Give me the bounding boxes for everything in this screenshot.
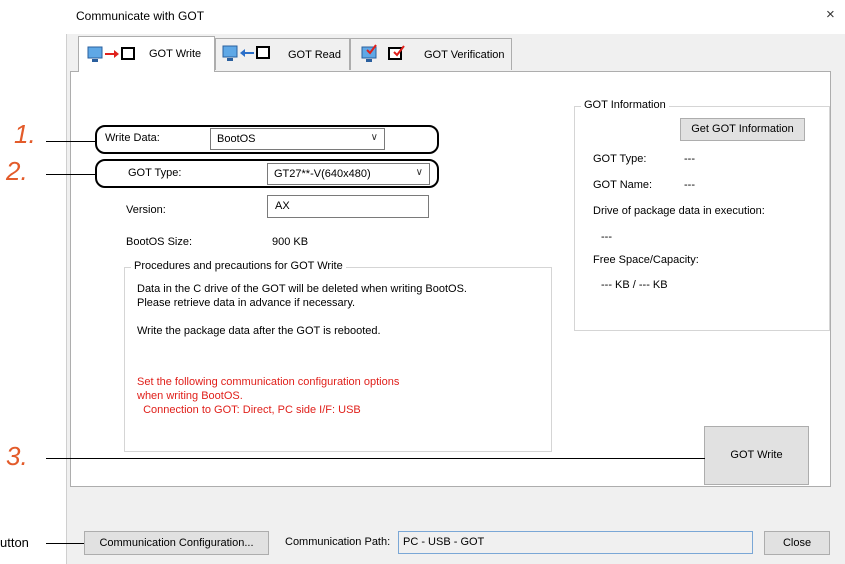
annotation-number-3: 3. bbox=[6, 441, 28, 471]
procedures-text-2: Please retrieve data in advance if neces… bbox=[137, 297, 356, 309]
tab-label: GOT Read bbox=[288, 49, 341, 61]
callout-box-got-type bbox=[95, 159, 439, 188]
tab-label: GOT Write bbox=[149, 48, 202, 60]
procedures-text-1: Data in the C drive of the GOT will be d… bbox=[137, 283, 467, 295]
drive-label: Drive of package data in execution: bbox=[593, 205, 765, 217]
version-label: Version: bbox=[126, 204, 166, 216]
annotation-leader-3 bbox=[46, 458, 705, 459]
procedures-text-3: Write the package data after the GOT is … bbox=[137, 325, 381, 337]
got-type-info-label: GOT Type: bbox=[593, 153, 647, 165]
got-write-button[interactable]: GOT Write bbox=[704, 426, 809, 485]
pc-to-got-icon bbox=[87, 46, 135, 62]
annotation-leader-2 bbox=[46, 174, 96, 175]
got-name-label: GOT Name: bbox=[593, 179, 653, 191]
annotation-leader-1 bbox=[46, 141, 96, 142]
bootos-size-label: BootOS Size: bbox=[126, 236, 193, 248]
drive-value: --- bbox=[601, 231, 612, 243]
tab-got-write[interactable]: GOT Write bbox=[78, 36, 215, 72]
annotation-number-1: 1. bbox=[14, 119, 36, 149]
annotation-text-button: utton bbox=[0, 535, 29, 550]
free-space-label: Free Space/Capacity: bbox=[593, 254, 699, 266]
communication-configuration-button[interactable]: Communication Configuration... bbox=[84, 531, 269, 555]
window-title: Communicate with GOT bbox=[76, 9, 205, 23]
communication-path-label: Communication Path: bbox=[285, 536, 391, 548]
annotation-number-2: 2. bbox=[6, 156, 28, 186]
got-information-legend: GOT Information bbox=[581, 99, 669, 111]
verification-icon bbox=[361, 44, 405, 62]
warning-text-2: when writing BootOS. bbox=[137, 390, 243, 402]
callout-box-write-data bbox=[95, 125, 439, 154]
close-window-icon[interactable]: × bbox=[826, 6, 835, 23]
free-space-value: --- KB / --- KB bbox=[601, 279, 668, 291]
version-field[interactable]: AX bbox=[267, 195, 429, 218]
version-value: AX bbox=[275, 200, 290, 212]
communication-path-value: PC - USB - GOT bbox=[403, 536, 485, 548]
annotation-leader-4 bbox=[46, 543, 84, 544]
got-name-value: --- bbox=[684, 179, 695, 191]
procedures-legend: Procedures and precautions for GOT Write bbox=[131, 260, 346, 272]
warning-text-3: Connection to GOT: Direct, PC side I/F: … bbox=[137, 404, 361, 416]
bootos-size-value: 900 KB bbox=[272, 236, 309, 248]
got-type-info-value: --- bbox=[684, 153, 695, 165]
tab-got-read[interactable]: GOT Read bbox=[215, 38, 350, 70]
communication-path-field: PC - USB - GOT bbox=[398, 531, 753, 554]
got-information-group: GOT Information Get GOT Information GOT … bbox=[574, 99, 830, 331]
procedures-group: Procedures and precautions for GOT Write… bbox=[124, 260, 552, 452]
tab-label: GOT Verification bbox=[424, 49, 505, 61]
close-button[interactable]: Close bbox=[764, 531, 830, 555]
got-to-pc-icon bbox=[222, 45, 270, 61]
warning-text-1: Set the following communication configur… bbox=[137, 376, 400, 388]
tab-got-verification[interactable]: GOT Verification bbox=[350, 38, 512, 70]
get-got-information-button[interactable]: Get GOT Information bbox=[680, 118, 805, 141]
